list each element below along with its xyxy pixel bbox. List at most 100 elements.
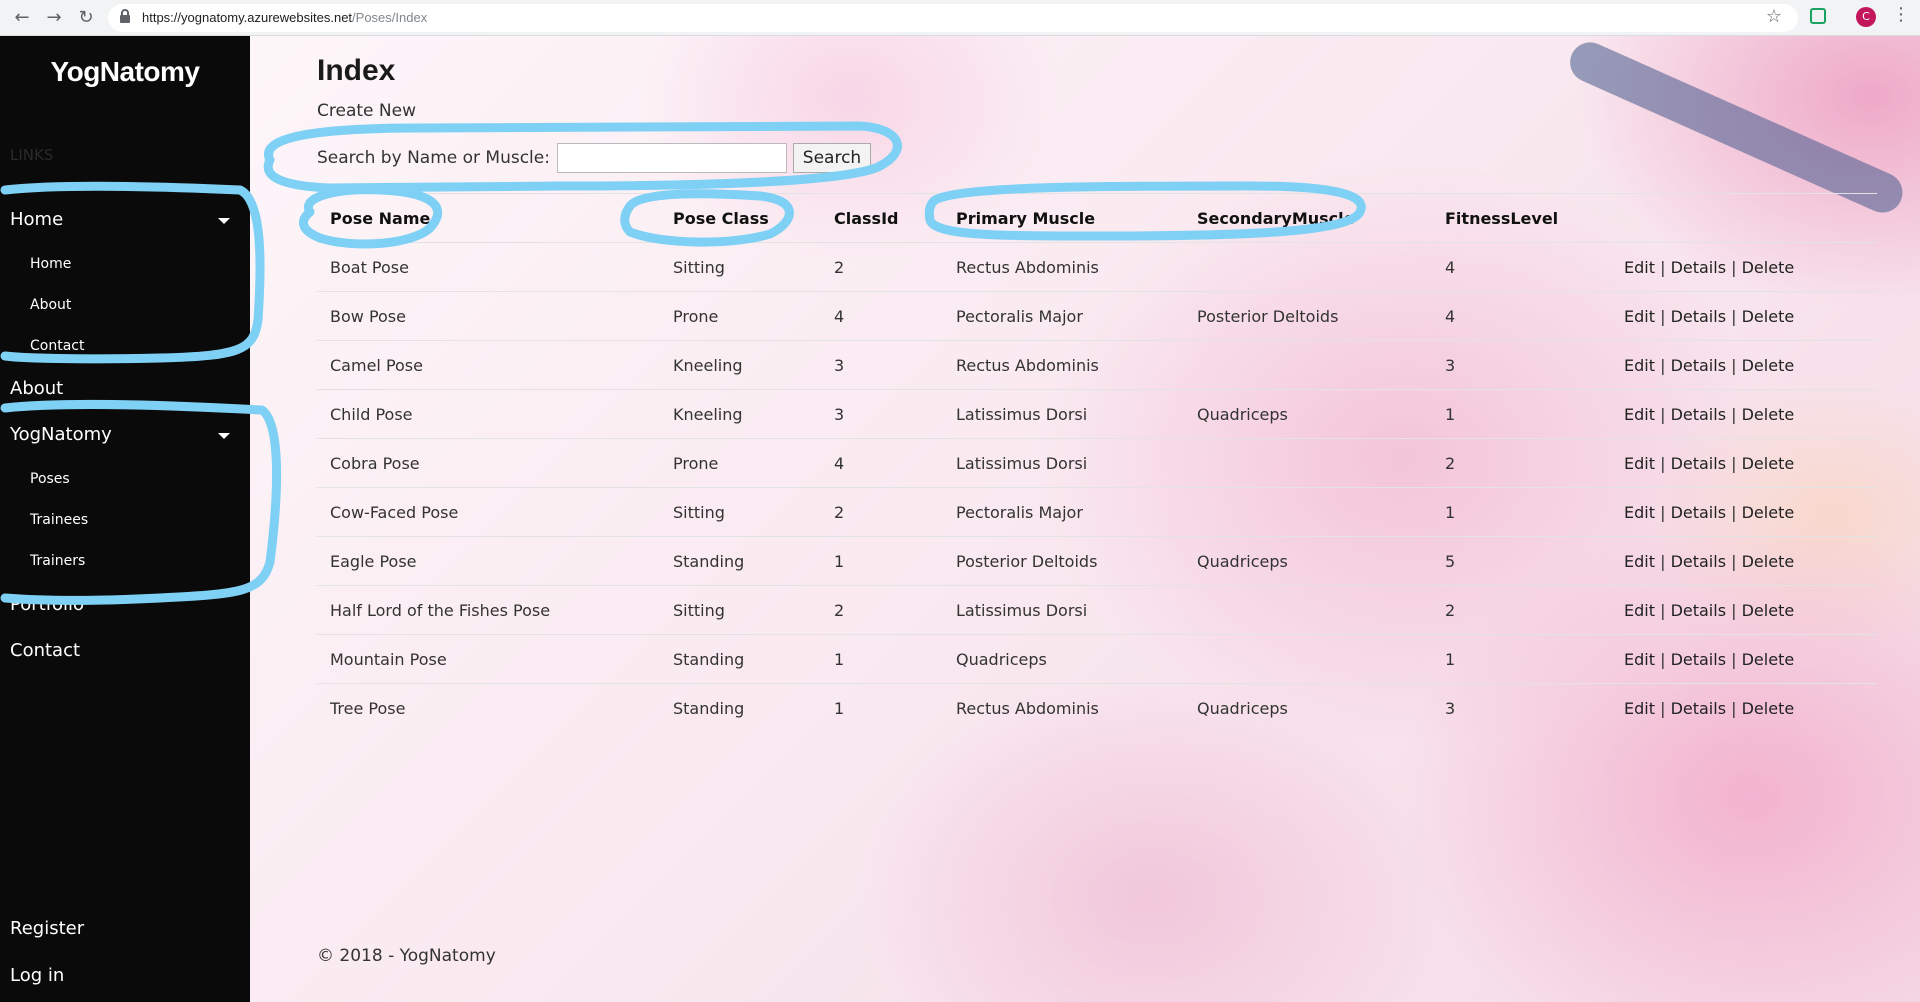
nav-sub-about[interactable]: About — [30, 297, 71, 313]
details-link[interactable]: Details — [1671, 405, 1726, 424]
cell-fitness-level: 1 — [1432, 487, 1611, 537]
cell-secondary-muscle — [1184, 242, 1432, 292]
nav-home[interactable]: Home — [10, 209, 63, 230]
col-secondary-muscle[interactable]: SecondaryMuscle — [1184, 193, 1432, 243]
background-branch — [1563, 36, 1909, 219]
cell-pose-class: Prone — [660, 438, 821, 488]
nav-about[interactable]: About — [10, 378, 63, 399]
col-actions — [1611, 193, 1877, 243]
delete-link[interactable]: Delete — [1742, 307, 1795, 326]
brand-logo[interactable]: YogNatomy — [0, 56, 250, 88]
action-separator: | — [1660, 355, 1666, 375]
create-new-link[interactable]: Create New — [317, 101, 416, 121]
cell-fitness-level: 3 — [1432, 683, 1611, 733]
details-link[interactable]: Details — [1671, 307, 1726, 326]
action-separator: | — [1731, 551, 1737, 571]
cell-actions: Edit | Details | Delete — [1611, 536, 1877, 586]
edit-link[interactable]: Edit — [1624, 503, 1655, 522]
col-pose-name[interactable]: Pose Name — [317, 193, 660, 243]
nav-sub-trainees[interactable]: Trainees — [30, 512, 88, 528]
details-link[interactable]: Details — [1671, 258, 1726, 277]
bookmark-star-icon[interactable]: ☆ — [1766, 6, 1782, 27]
cell-pose-class: Sitting — [660, 585, 821, 635]
details-link[interactable]: Details — [1671, 503, 1726, 522]
table-row: Cobra Pose Prone 4 Latissimus Dorsi 2 Edit | … — [317, 438, 1877, 488]
page-title: Index — [317, 54, 396, 87]
cell-class-id: 2 — [821, 585, 943, 635]
cell-primary-muscle: Posterior Deltoids — [943, 536, 1184, 586]
cell-primary-muscle: Latissimus Dorsi — [943, 389, 1184, 439]
col-primary-muscle[interactable]: Primary Muscle — [943, 193, 1184, 243]
delete-link[interactable]: Delete — [1742, 258, 1795, 277]
nav-portfolio[interactable]: Portfolio — [10, 594, 84, 615]
menu-kebab-icon[interactable]: ⋮ — [1892, 4, 1910, 25]
forward-icon[interactable]: → — [42, 6, 66, 30]
edit-link[interactable]: Edit — [1624, 454, 1655, 473]
poses-table-wrap: Pose Name Pose Class ClassId Primary Mus… — [317, 193, 1877, 733]
edit-link[interactable]: Edit — [1624, 650, 1655, 669]
home-caret-icon[interactable] — [218, 218, 230, 224]
edit-link[interactable]: Edit — [1624, 405, 1655, 424]
details-link[interactable]: Details — [1671, 356, 1726, 375]
col-class-id[interactable]: ClassId — [821, 193, 943, 243]
table-row: Half Lord of the Fishes Pose Sitting 2 Lati… — [317, 585, 1877, 635]
extension-icon[interactable] — [1810, 8, 1826, 24]
cell-fitness-level: 2 — [1432, 438, 1611, 488]
action-separator: | — [1731, 698, 1737, 718]
table-row: Mountain Pose Standing 1 Quadriceps 1 Edit | … — [317, 634, 1877, 684]
action-separator: | — [1660, 404, 1666, 424]
address-bar[interactable]: https://yognatomy.azurewebsites.net/Pose… — [108, 4, 1798, 32]
col-pose-class[interactable]: Pose Class — [660, 193, 821, 243]
profile-avatar[interactable]: C — [1856, 7, 1876, 27]
details-link[interactable]: Details — [1671, 454, 1726, 473]
nav-sub-trainers[interactable]: Trainers — [30, 553, 85, 569]
delete-link[interactable]: Delete — [1742, 356, 1795, 375]
nav-yognatomy[interactable]: YogNatomy — [10, 424, 112, 445]
edit-link[interactable]: Edit — [1624, 601, 1655, 620]
delete-link[interactable]: Delete — [1742, 601, 1795, 620]
browser-toolbar: ← → ↻ https://yognatomy.azurewebsites.ne… — [0, 0, 1920, 36]
details-link[interactable]: Details — [1671, 699, 1726, 718]
back-icon[interactable]: ← — [10, 6, 34, 30]
details-link[interactable]: Details — [1671, 650, 1726, 669]
delete-link[interactable]: Delete — [1742, 503, 1795, 522]
delete-link[interactable]: Delete — [1742, 699, 1795, 718]
details-link[interactable]: Details — [1671, 601, 1726, 620]
delete-link[interactable]: Delete — [1742, 650, 1795, 669]
links-label: LINKS — [10, 146, 54, 164]
cell-pose-name: Bow Pose — [317, 291, 660, 341]
cell-pose-name: Half Lord of the Fishes Pose — [317, 585, 660, 635]
cell-pose-class: Standing — [660, 634, 821, 684]
nav-sub-home[interactable]: Home — [30, 256, 71, 272]
cell-class-id: 1 — [821, 683, 943, 733]
yognatomy-caret-icon[interactable] — [218, 433, 230, 439]
nav-contact[interactable]: Contact — [10, 640, 80, 661]
reload-icon[interactable]: ↻ — [74, 6, 98, 30]
col-fitness-level[interactable]: FitnessLevel — [1432, 193, 1611, 243]
edit-link[interactable]: Edit — [1624, 699, 1655, 718]
cell-fitness-level: 1 — [1432, 634, 1611, 684]
action-separator: | — [1731, 600, 1737, 620]
nav-register[interactable]: Register — [10, 918, 84, 939]
search-button[interactable]: Search — [793, 143, 871, 173]
edit-link[interactable]: Edit — [1624, 258, 1655, 277]
edit-link[interactable]: Edit — [1624, 356, 1655, 375]
details-link[interactable]: Details — [1671, 552, 1726, 571]
nav-sub-poses[interactable]: Poses — [30, 471, 70, 487]
search-input[interactable] — [557, 143, 787, 173]
nav-sub-contact[interactable]: Contact — [30, 338, 84, 354]
cell-primary-muscle: Rectus Abdominis — [943, 242, 1184, 292]
delete-link[interactable]: Delete — [1742, 454, 1795, 473]
delete-link[interactable]: Delete — [1742, 405, 1795, 424]
action-separator: | — [1660, 698, 1666, 718]
edit-link[interactable]: Edit — [1624, 552, 1655, 571]
cell-pose-class: Sitting — [660, 242, 821, 292]
nav-login[interactable]: Log in — [10, 965, 64, 986]
cell-primary-muscle: Latissimus Dorsi — [943, 438, 1184, 488]
cell-class-id: 2 — [821, 487, 943, 537]
edit-link[interactable]: Edit — [1624, 307, 1655, 326]
table-header-row: Pose Name Pose Class ClassId Primary Mus… — [317, 193, 1877, 243]
url-text[interactable]: https://yognatomy.azurewebsites.net/Pose… — [142, 10, 427, 25]
delete-link[interactable]: Delete — [1742, 552, 1795, 571]
main-content: Index Create New Search by Name or Muscl… — [250, 36, 1920, 1002]
